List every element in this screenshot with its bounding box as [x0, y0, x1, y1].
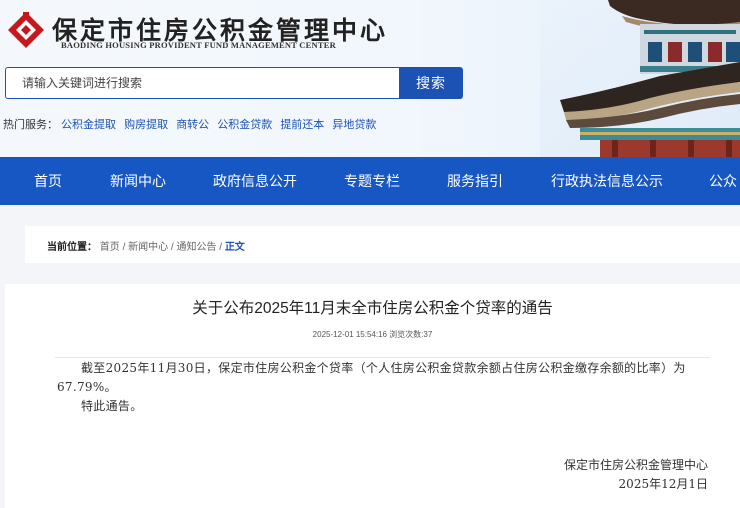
search-button[interactable]: 搜索 [399, 67, 463, 99]
search-box [5, 67, 399, 99]
hot-link-fund-withdrawal[interactable]: 公积金提取 [61, 119, 116, 131]
site-title-en: BAODING HOUSING PROVIDENT FUND MANAGEMEN… [61, 40, 336, 50]
article: 关于公布2025年11月末全市住房公积金个贷率的通告 2025-12-01 15… [5, 284, 740, 508]
hot-link-commercial-transfer[interactable]: 商转公 [176, 119, 209, 131]
breadcrumb-notices[interactable]: 通知公告 [176, 242, 216, 253]
nav-item-home[interactable]: 首页 [34, 157, 62, 205]
building-illustration [540, 0, 740, 157]
site-header: 保定市住房公积金管理中心 BAODING HOUSING PROVIDENT F… [0, 0, 740, 157]
breadcrumb-home[interactable]: 首页 [100, 242, 120, 253]
breadcrumb-separator: / [122, 242, 126, 253]
main-nav: 首页 新闻中心 政府信息公开 专题专栏 服务指引 行政执法信息公示 公众 [0, 157, 740, 205]
hot-link-early-repayment[interactable]: 提前还本 [280, 119, 324, 131]
breadcrumb-separator: / [219, 242, 223, 253]
hot-services: 热门服务： 公积金提取 购房提取 商转公 公积金贷款 提前还本 异地贷款 [3, 116, 381, 132]
search-input[interactable] [6, 68, 399, 98]
article-paragraph: 截至2025年11月30日，保定市住房公积金个贷率（个人住房公积金贷款余额占住房… [57, 361, 686, 394]
article-signature-block: 保定市住房公积金管理中心 2025年12月1日 [564, 456, 708, 494]
breadcrumb-separator: / [170, 242, 174, 253]
nav-item-service-guide[interactable]: 服务指引 [447, 157, 503, 205]
breadcrumb-current: 正文 [224, 242, 245, 253]
article-meta: 2025-12-01 15:54:16 浏览次数:37 [312, 330, 433, 339]
nav-item-news[interactable]: 新闻中心 [110, 157, 166, 205]
divider [55, 357, 710, 358]
breadcrumb-label: 当前位置： [47, 242, 97, 253]
article-paragraph: 特此通告。 [81, 399, 143, 413]
breadcrumb: 当前位置： 首页 / 新闻中心 / 通知公告 / 正文 [47, 238, 245, 253]
nav-item-enforcement[interactable]: 行政执法信息公示 [551, 157, 663, 205]
article-date: 2025年12月1日 [618, 477, 708, 491]
hot-link-remote-loan[interactable]: 异地贷款 [332, 119, 376, 131]
hot-services-label: 热门服务： [3, 119, 58, 131]
article-title: 关于公布2025年11月末全市住房公积金个贷率的通告 [192, 300, 553, 317]
breadcrumb-bar: 当前位置： 首页 / 新闻中心 / 通知公告 / 正文 [25, 226, 740, 263]
nav-item-public[interactable]: 公众 [709, 157, 737, 205]
hot-link-fund-loan[interactable]: 公积金贷款 [217, 119, 272, 131]
nav-item-gov-info[interactable]: 政府信息公开 [213, 157, 297, 205]
logo-icon[interactable] [6, 10, 46, 50]
breadcrumb-news[interactable]: 新闻中心 [128, 242, 168, 253]
hot-link-purchase-withdrawal[interactable]: 购房提取 [124, 119, 168, 131]
article-body: 截至2025年11月30日，保定市住房公积金个贷率（个人住房公积金贷款余额占住房… [57, 359, 711, 416]
article-signature: 保定市住房公积金管理中心 [563, 458, 708, 472]
nav-item-topics[interactable]: 专题专栏 [344, 157, 400, 205]
